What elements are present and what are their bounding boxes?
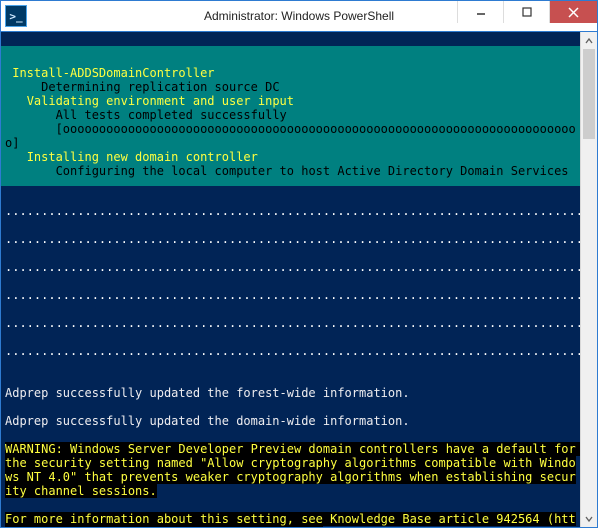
separator-dots: ........................................…	[5, 232, 580, 246]
progress-step: Determining replication source DC	[41, 80, 279, 94]
progress-cmd: Install-ADDSDomainController	[12, 66, 214, 80]
progress-step: Installing new domain controller	[27, 150, 258, 164]
maximize-button[interactable]	[503, 1, 549, 23]
scroll-thumb[interactable]	[583, 49, 595, 139]
warning-crypto: WARNING: Windows Server Developer Previe…	[5, 442, 580, 498]
window-controls	[457, 1, 597, 23]
chevron-up-icon	[585, 37, 593, 45]
powershell-icon: >_	[5, 5, 27, 27]
icon-glyph: >_	[9, 11, 22, 22]
powershell-window: >_ Administrator: Windows PowerShell Ins…	[0, 0, 598, 528]
close-icon	[568, 7, 579, 18]
separator-dots: ........................................…	[5, 316, 580, 330]
maximize-icon	[522, 7, 532, 17]
scroll-track[interactable]	[581, 49, 597, 510]
minimize-icon	[476, 7, 486, 17]
client-area: Install-ADDSDomainController Determining…	[1, 31, 597, 527]
scroll-up-button[interactable]	[581, 32, 597, 49]
minimize-button[interactable]	[457, 1, 503, 23]
progress-step: Validating environment and user input	[27, 94, 294, 108]
progress-result: All tests completed successfully	[56, 108, 287, 122]
adprep-forest-msg: Adprep successfully updated the forest-w…	[5, 386, 410, 400]
separator-dots: ........................................…	[5, 204, 580, 218]
console-output[interactable]: Install-ADDSDomainController Determining…	[1, 32, 580, 527]
info-kb-link: For more information about this setting,…	[5, 512, 576, 527]
separator-dots: ........................................…	[5, 344, 580, 358]
progress-bar: [ooooooooooooooooooooooooooooooooooooooo…	[5, 122, 576, 150]
close-button[interactable]	[549, 1, 597, 23]
titlebar[interactable]: >_ Administrator: Windows PowerShell	[1, 1, 597, 31]
chevron-down-icon	[585, 515, 593, 523]
scroll-down-button[interactable]	[581, 510, 597, 527]
separator-dots: ........................................…	[5, 260, 580, 274]
vertical-scrollbar[interactable]	[580, 32, 597, 527]
adprep-domain-msg: Adprep successfully updated the domain-w…	[5, 414, 410, 428]
separator-dots: ........................................…	[5, 288, 580, 302]
progress-panel: Install-ADDSDomainController Determining…	[1, 46, 580, 186]
progress-task: Configuring the local computer to host A…	[56, 164, 569, 178]
